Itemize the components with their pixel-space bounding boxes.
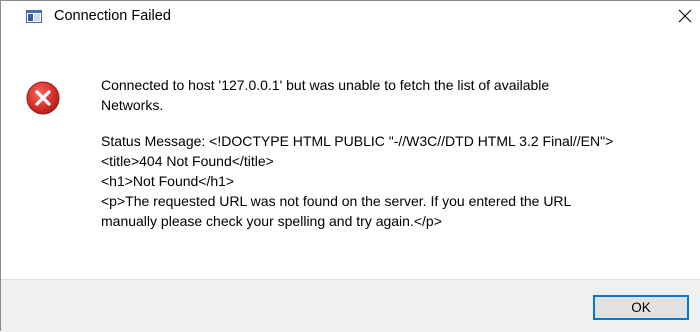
status-line-5: manually please check your spelling and … [101, 213, 442, 229]
close-icon [678, 9, 692, 23]
window-app-icon [26, 10, 42, 23]
error-icon [26, 81, 60, 115]
message-text: Connected to host '127.0.0.1' but was un… [101, 75, 691, 231]
status-line-2: <title>404 Not Found</title> [101, 153, 274, 169]
dialog-title: Connection Failed [54, 8, 171, 24]
dialog-content: Connected to host '127.0.0.1' but was un… [1, 31, 700, 279]
button-bar: OK [1, 279, 700, 332]
ok-button[interactable]: OK [593, 295, 689, 320]
message-line-2: Networks. [101, 97, 164, 113]
message-line-1: Connected to host '127.0.0.1' but was un… [101, 77, 550, 93]
dialog-window: Connection Failed Connected to host '127… [0, 0, 700, 332]
status-line-3: <h1>Not Found</h1> [101, 173, 235, 189]
title-bar[interactable]: Connection Failed [1, 1, 700, 31]
close-button[interactable] [669, 1, 700, 31]
status-line-1: Status Message: <!DOCTYPE HTML PUBLIC "-… [101, 133, 614, 149]
status-line-4: <p>The requested URL was not found on th… [101, 193, 572, 209]
